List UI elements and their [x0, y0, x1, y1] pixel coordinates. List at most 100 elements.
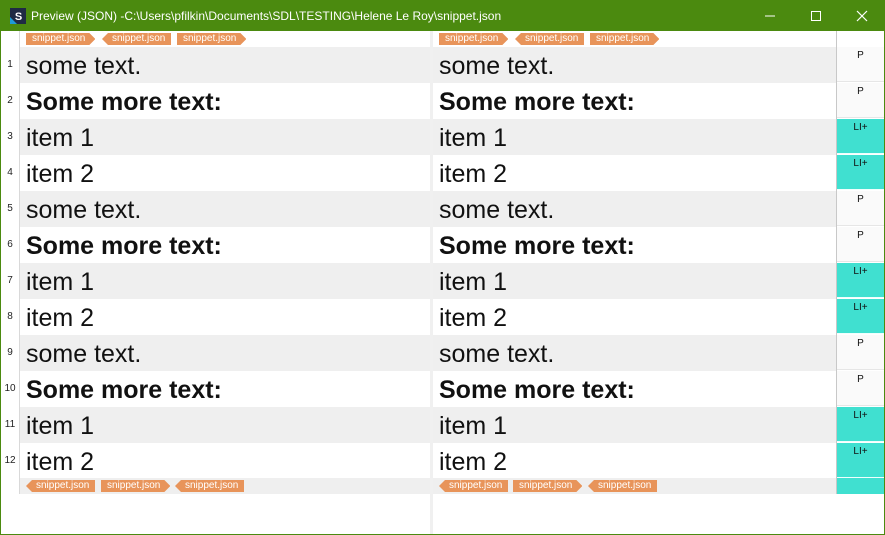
target-text: item 2 — [439, 304, 508, 332]
style-label: LI+ — [837, 119, 884, 154]
style-label: P — [837, 83, 884, 118]
target-cell[interactable]: some text. — [433, 335, 836, 371]
source-cell[interactable]: item 2 — [20, 443, 430, 479]
column-splitter[interactable] — [430, 31, 433, 534]
source-cell[interactable]: Some more text: — [20, 371, 430, 407]
source-cell[interactable]: Some more text: — [20, 83, 430, 119]
source-top-tag-bar: snippet.json snippet.json snippet.json — [20, 31, 430, 47]
source-cell[interactable]: item 2 — [20, 299, 430, 335]
window-title: Preview (JSON) -C:\Users\pfilkin\Documen… — [31, 9, 502, 23]
tag-close[interactable]: snippet.json — [102, 33, 172, 45]
tag-close[interactable]: snippet.json — [26, 480, 96, 492]
segment-row[interactable]: 1 some text. some text. P — [1, 47, 884, 83]
row-number: 8 — [1, 299, 19, 335]
segment-row[interactable]: 5 some text. some text. P — [1, 191, 884, 227]
row-number: 11 — [1, 407, 19, 443]
tag-open[interactable]: snippet.json — [177, 33, 246, 45]
style-label: P — [837, 335, 884, 370]
segment-row[interactable]: 10 Some more text: Some more text: P — [1, 371, 884, 407]
source-cell[interactable]: item 1 — [20, 119, 430, 155]
row-number: 10 — [1, 371, 19, 407]
row-number: 6 — [1, 227, 19, 263]
source-text: item 1 — [26, 412, 95, 440]
segment-row[interactable]: 4 item 2 item 2 LI+ — [1, 155, 884, 191]
target-text: item 1 — [439, 412, 508, 440]
target-cell[interactable]: item 1 — [433, 407, 836, 443]
segment-row[interactable]: 2 Some more text: Some more text: P — [1, 83, 884, 119]
tag-open[interactable]: snippet.json — [439, 33, 508, 45]
preview-window: S Preview (JSON) -C:\Users\pfilkin\Docum… — [0, 0, 885, 535]
source-text: Some more text: — [26, 232, 222, 260]
segment-row[interactable]: 9 some text. some text. P — [1, 335, 884, 371]
style-label: LI+ — [837, 407, 884, 442]
target-text: Some more text: — [439, 232, 635, 260]
source-cell[interactable]: some text. — [20, 47, 430, 83]
row-number: 3 — [1, 119, 19, 155]
style-label: LI+ — [837, 155, 884, 190]
segment-row[interactable]: 3 item 1 item 1 LI+ — [1, 119, 884, 155]
target-text: item 1 — [439, 268, 508, 296]
style-column-end — [837, 478, 884, 494]
target-text: some text. — [439, 340, 555, 368]
segment-row[interactable]: 11 item 1 item 1 LI+ — [1, 407, 884, 443]
tag-open[interactable]: snippet.json — [513, 480, 582, 492]
source-text: some text. — [26, 52, 142, 80]
preview-content[interactable]: snippet.json snippet.json snippet.json s… — [1, 31, 884, 534]
target-text: Some more text: — [439, 376, 635, 404]
source-text: Some more text: — [26, 88, 222, 116]
style-label: P — [837, 371, 884, 406]
source-text: item 2 — [26, 448, 95, 476]
tag-close[interactable]: snippet.json — [439, 480, 509, 492]
minimize-icon — [765, 15, 775, 17]
target-cell[interactable]: item 2 — [433, 155, 836, 191]
segment-row[interactable]: 12 item 2 item 2 LI+ — [1, 443, 884, 479]
segment-row[interactable]: 8 item 2 item 2 LI+ — [1, 299, 884, 335]
minimize-button[interactable] — [747, 1, 793, 31]
tag-open[interactable]: snippet.json — [590, 33, 659, 45]
source-cell[interactable]: item 1 — [20, 407, 430, 443]
target-text: Some more text: — [439, 88, 635, 116]
tag-close[interactable]: snippet.json — [588, 480, 658, 492]
style-label: LI+ — [837, 263, 884, 298]
target-cell[interactable]: some text. — [433, 191, 836, 227]
close-button[interactable] — [839, 1, 884, 31]
target-cell[interactable]: item 1 — [433, 119, 836, 155]
tag-close[interactable]: snippet.json — [175, 480, 245, 492]
source-bottom-tag-bar: snippet.json snippet.json snippet.json — [20, 478, 430, 494]
row-number: 5 — [1, 191, 19, 227]
source-cell[interactable]: some text. — [20, 335, 430, 371]
tag-open[interactable]: snippet.json — [26, 33, 95, 45]
target-cell[interactable]: item 2 — [433, 299, 836, 335]
style-label: P — [837, 191, 884, 226]
source-text: item 1 — [26, 268, 95, 296]
source-cell[interactable]: item 2 — [20, 155, 430, 191]
target-top-tag-bar: snippet.json snippet.json snippet.json — [433, 31, 836, 47]
target-cell[interactable]: item 1 — [433, 263, 836, 299]
target-cell[interactable]: Some more text: — [433, 227, 836, 263]
title-bar[interactable]: S Preview (JSON) -C:\Users\pfilkin\Docum… — [1, 1, 884, 31]
target-text: item 2 — [439, 448, 508, 476]
target-text: some text. — [439, 52, 555, 80]
source-cell[interactable]: Some more text: — [20, 227, 430, 263]
maximize-icon — [811, 11, 821, 21]
close-icon — [856, 10, 868, 22]
target-cell[interactable]: Some more text: — [433, 83, 836, 119]
segment-row[interactable]: 7 item 1 item 1 LI+ — [1, 263, 884, 299]
tag-close[interactable]: snippet.json — [515, 33, 585, 45]
style-label: LI+ — [837, 299, 884, 334]
svg-text:S: S — [15, 11, 22, 23]
target-cell[interactable]: item 2 — [433, 443, 836, 479]
target-cell[interactable]: some text. — [433, 47, 836, 83]
app-icon: S — [10, 8, 26, 24]
source-text: some text. — [26, 340, 142, 368]
source-cell[interactable]: item 1 — [20, 263, 430, 299]
tag-open[interactable]: snippet.json — [101, 480, 170, 492]
target-bottom-tag-bar: snippet.json snippet.json snippet.json — [433, 478, 836, 494]
source-text: item 1 — [26, 124, 95, 152]
style-column-border — [836, 31, 837, 494]
maximize-button[interactable] — [793, 1, 839, 31]
style-label: P — [837, 227, 884, 262]
target-cell[interactable]: Some more text: — [433, 371, 836, 407]
segment-row[interactable]: 6 Some more text: Some more text: P — [1, 227, 884, 263]
source-cell[interactable]: some text. — [20, 191, 430, 227]
